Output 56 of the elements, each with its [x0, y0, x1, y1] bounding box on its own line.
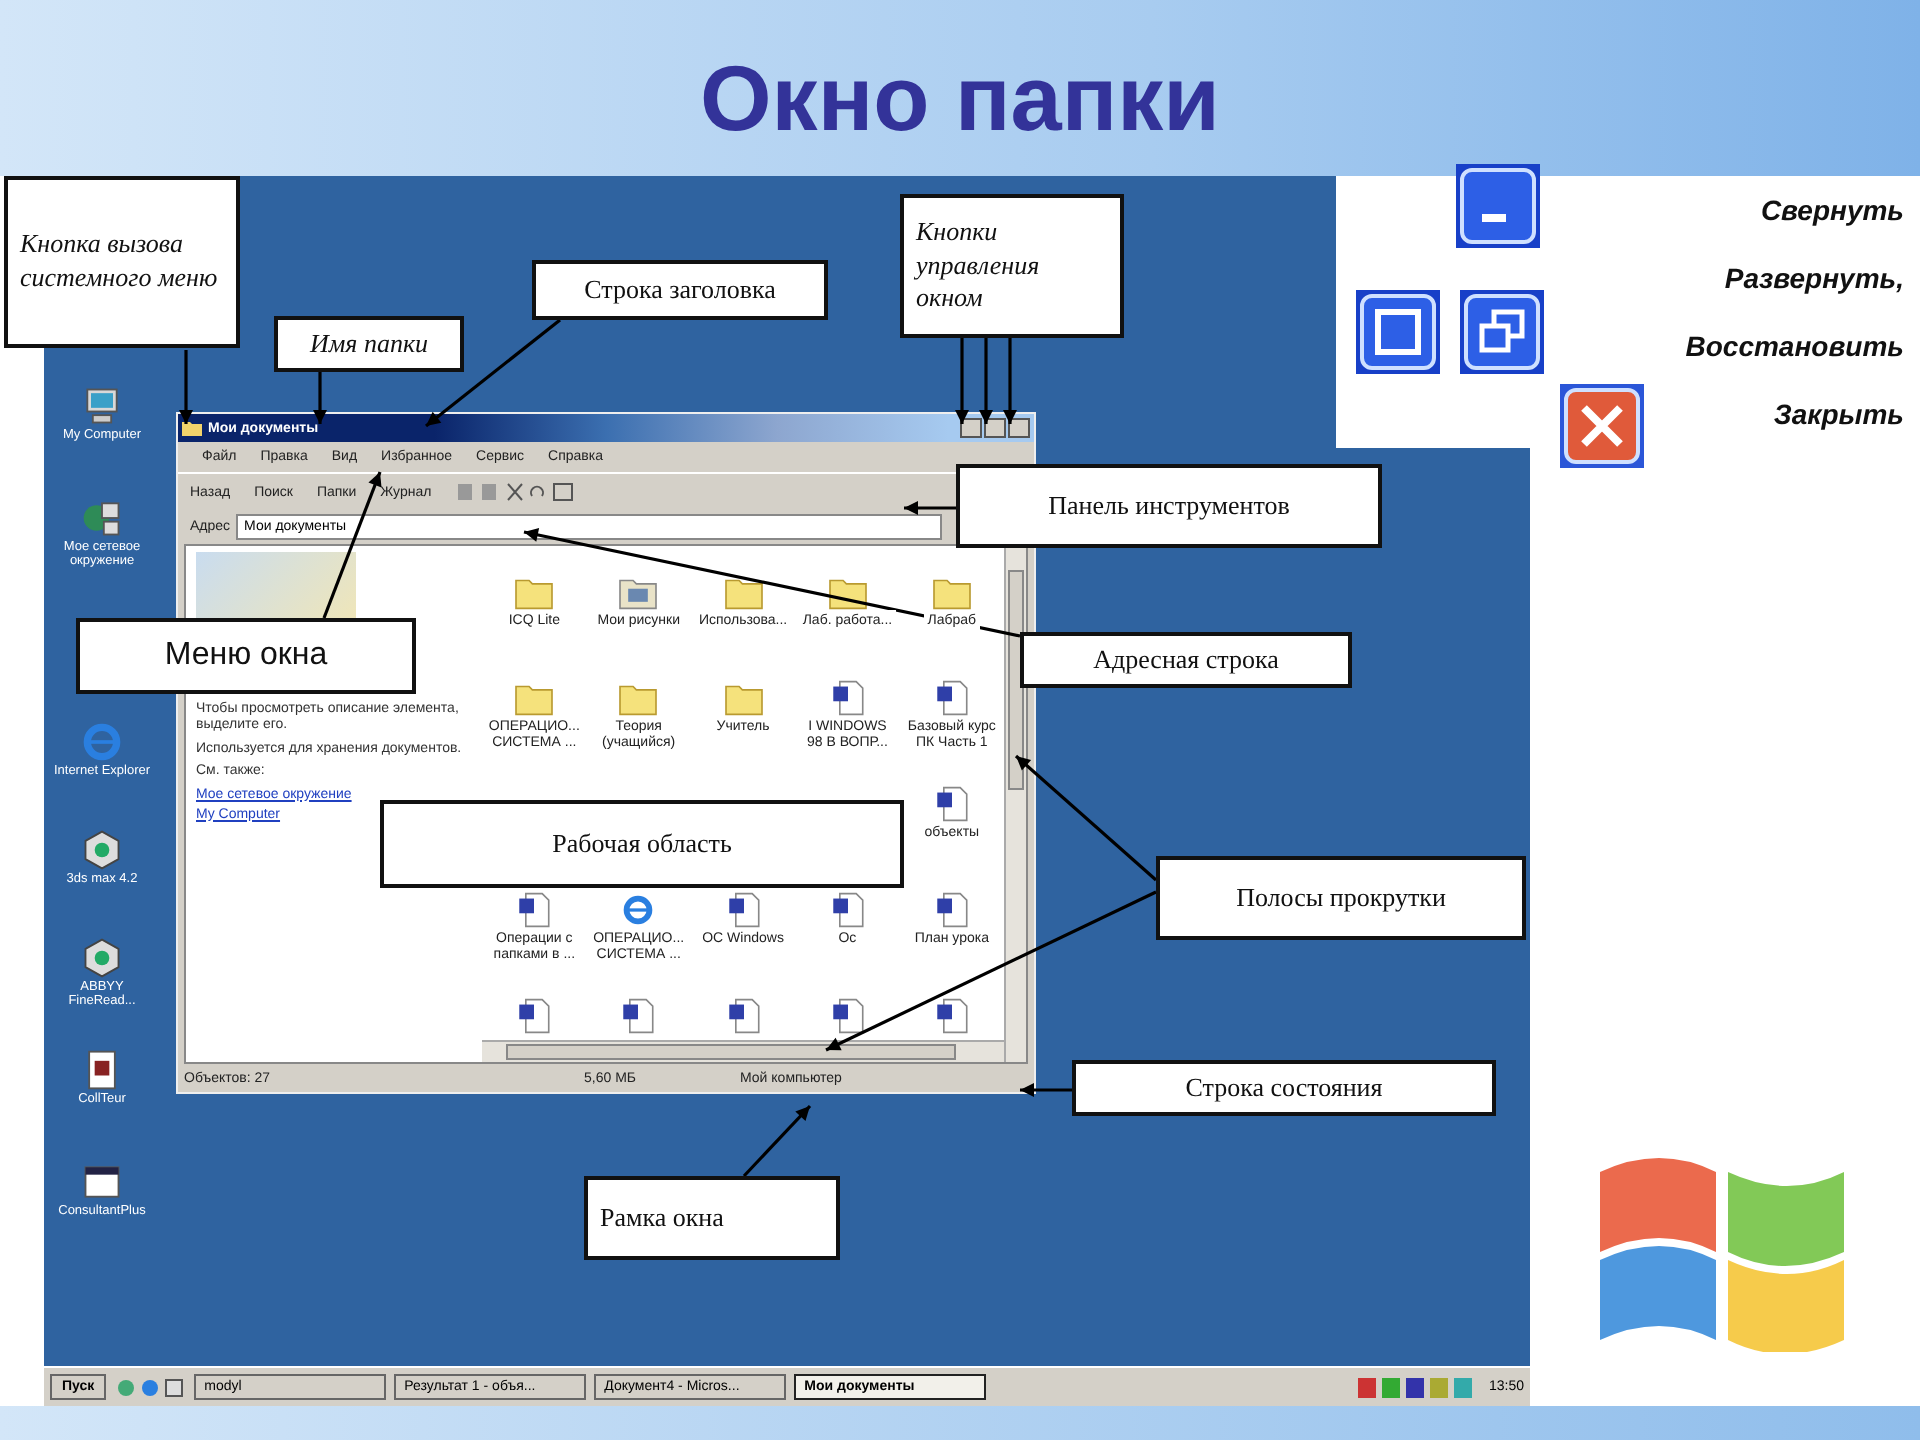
application-icon[interactable] [80, 936, 124, 980]
pointer-arrow [1020, 1083, 1072, 1097]
restore-icon [1460, 290, 1544, 374]
network-icon[interactable] [80, 496, 124, 540]
document-icon[interactable] [931, 892, 972, 928]
document-icon[interactable] [931, 680, 972, 716]
document-icon[interactable] [827, 680, 868, 716]
callout-label: Имя папки [274, 316, 464, 372]
pointer-arrow [425, 318, 561, 428]
minimize-button[interactable] [960, 418, 982, 438]
legend-label: Восстановить [1685, 328, 1904, 366]
callout-label: Строка заголовка [532, 260, 828, 320]
document-icon[interactable] [723, 892, 764, 928]
pointer-arrow [979, 338, 993, 424]
picture-folder-icon[interactable] [618, 574, 659, 610]
slide-title: Окно папки [700, 44, 1220, 152]
callout-label: Рамка окна [584, 1176, 840, 1260]
folder-icon[interactable] [723, 574, 764, 610]
pointer-arrow [1003, 338, 1017, 424]
callout-label: Полосы прокрутки [1156, 856, 1526, 940]
callout-label: Строка состояния [1072, 1060, 1496, 1116]
computer-icon[interactable] [80, 384, 124, 428]
folder-icon[interactable] [182, 418, 202, 438]
quick-launch-icons-drawing[interactable] [114, 1375, 187, 1399]
window-icon[interactable] [80, 1160, 124, 1204]
maximize-icon [1356, 290, 1440, 374]
pointer-arrow [1014, 754, 1158, 882]
tray-icons-drawing[interactable] [1356, 1375, 1477, 1399]
maximize-button[interactable] [984, 418, 1006, 438]
callout-label: Панель инструментов [956, 464, 1382, 548]
legend-label: Закрыть [1773, 396, 1904, 434]
document-icon[interactable] [827, 998, 868, 1034]
document-icon[interactable] [514, 892, 555, 928]
pointer-arrow [313, 372, 327, 424]
document-icon[interactable] [618, 998, 659, 1034]
document-icon[interactable] [931, 998, 972, 1034]
pointer-arrow [742, 1104, 812, 1178]
legend-label: Свернуть [1760, 192, 1904, 230]
document-icon[interactable] [827, 892, 868, 928]
document-icon[interactable] [514, 998, 555, 1034]
application-icon[interactable] [80, 828, 124, 872]
pointer-arrow [955, 338, 969, 424]
callout-label: Кнопка вызова системного меню [4, 176, 240, 348]
document-icon[interactable] [931, 786, 972, 822]
close-button[interactable] [1008, 418, 1030, 438]
legend-label: Развернуть, [1724, 260, 1904, 298]
toolbar-icons-drawing[interactable] [455, 482, 576, 502]
horizontal-scrollbar[interactable] [482, 1040, 1004, 1062]
document-icon[interactable] [723, 998, 764, 1034]
vertical-scrollbar[interactable] [1004, 546, 1026, 1062]
callout-label: Адресная строка [1020, 632, 1352, 688]
callout-label: Кнопки управления окном [900, 194, 1124, 338]
callout-label: Рабочая область [380, 800, 904, 888]
callout-label: Меню окна [76, 618, 416, 694]
pointer-arrow [179, 350, 193, 424]
pointer-arrow [904, 501, 956, 515]
